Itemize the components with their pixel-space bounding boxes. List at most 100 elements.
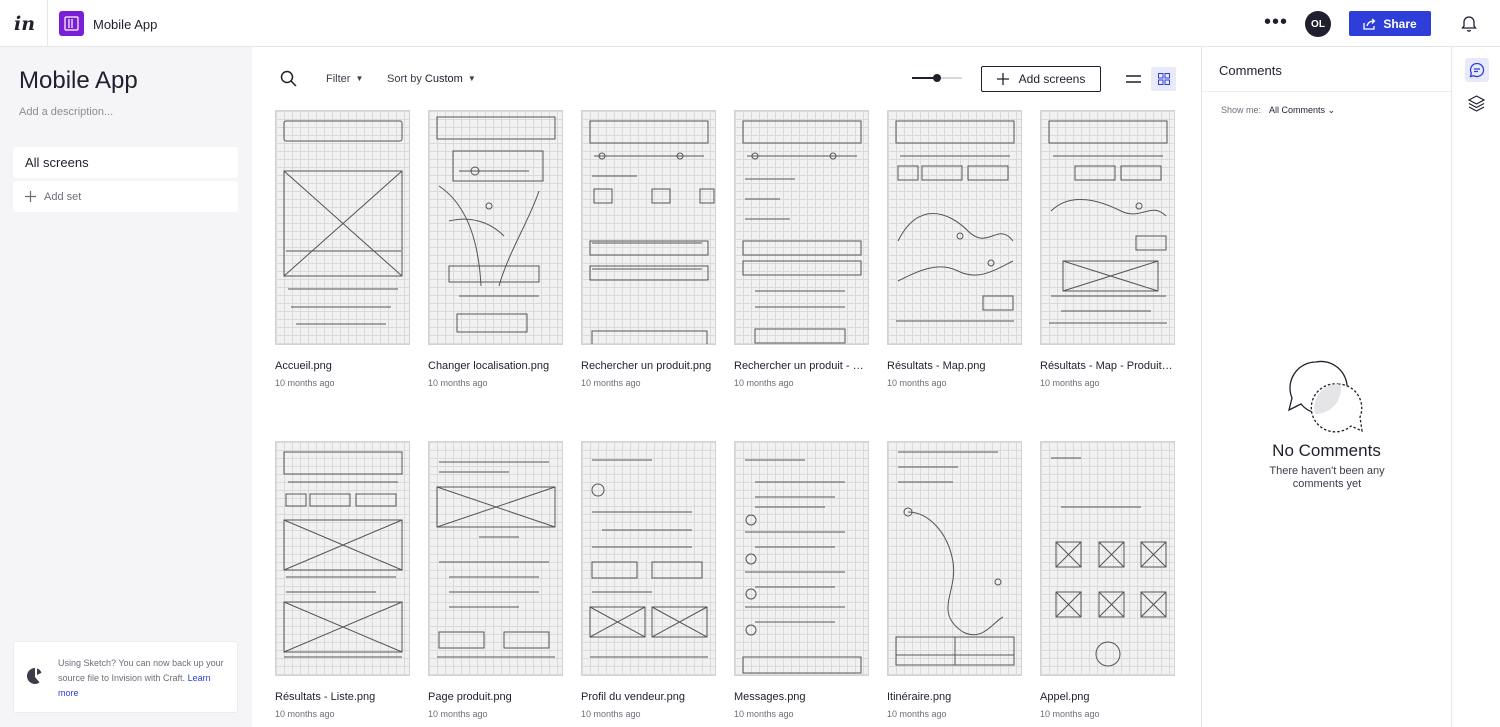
screen-thumbnail[interactable] (275, 110, 410, 345)
screen-timestamp: 10 months ago (1040, 709, 1100, 719)
screen-thumbnail[interactable] (428, 441, 563, 676)
share-button[interactable]: Share (1349, 11, 1431, 36)
screen-name[interactable]: Rechercher un produit - Courgette.png (734, 360, 869, 372)
show-me-label: Show me: (1221, 105, 1262, 115)
screen-thumbnail[interactable] (428, 110, 563, 345)
craft-notice: Using Sketch? You can now back up your s… (13, 641, 238, 713)
search-icon[interactable] (280, 70, 297, 87)
all-screens-item[interactable]: All screens (13, 147, 238, 178)
screen-thumbnail[interactable] (581, 441, 716, 676)
divider (1202, 91, 1451, 92)
screen-thumbnail[interactable] (1040, 441, 1175, 676)
chevron-down-icon: ⌄ (1327, 105, 1336, 115)
screen-timestamp: 10 months ago (428, 378, 488, 388)
sort-dropdown[interactable]: Sort by Custom ▼ (387, 73, 476, 85)
caret-down-icon: ▼ (467, 74, 476, 83)
screen-card[interactable]: Rechercher un produit - Courgette.png 10 … (734, 110, 869, 388)
comments-tab[interactable] (1465, 58, 1489, 82)
sketch-thumbnail (283, 451, 403, 658)
more-options-icon[interactable]: ••• (1264, 12, 1288, 32)
screen-name[interactable]: Profil du vendeur.png (581, 691, 716, 703)
sketch-thumbnail (436, 461, 556, 658)
add-screens-label: Add screens (1018, 72, 1086, 86)
screen-name[interactable]: Messages.png (734, 691, 869, 703)
comments-panel: Comments Show me: All Comments ⌄ No Comm… (1201, 47, 1451, 727)
grid-icon (1157, 73, 1170, 85)
divider (47, 0, 48, 47)
screen-card[interactable]: Résultats - Liste.png 10 months ago (275, 441, 410, 719)
caret-down-icon: ▼ (355, 74, 364, 83)
screen-card[interactable]: Messages.png 10 months ago (734, 441, 869, 719)
avatar[interactable]: OL (1305, 11, 1331, 37)
project-badge-icon[interactable] (59, 11, 84, 36)
screen-card[interactable]: Appel.png 10 months ago (1040, 441, 1175, 719)
add-screens-button[interactable]: Add screens (981, 66, 1101, 92)
screen-timestamp: 10 months ago (887, 378, 947, 388)
sketch-thumbnail (589, 120, 715, 344)
list-view-toggle[interactable] (1122, 67, 1144, 91)
filter-dropdown[interactable]: Filter ▼ (326, 73, 363, 85)
screen-thumbnail[interactable] (275, 441, 410, 676)
screen-thumbnail[interactable] (581, 110, 716, 345)
speech-bubbles-icon (1288, 360, 1363, 433)
screen-card[interactable]: Itinéraire.png 10 months ago (887, 441, 1022, 719)
sketch-thumbnail (895, 120, 1015, 322)
screen-card[interactable]: Résultats - Map - Produit.png 10 months a… (1040, 110, 1175, 388)
comments-title: Comments (1219, 63, 1282, 78)
right-rail (1451, 47, 1500, 727)
comments-filter-dropdown[interactable]: All Comments ⌄ (1269, 105, 1335, 116)
layers-icon[interactable] (1468, 95, 1485, 112)
screen-name[interactable]: Résultats - Map - Produit.png (1040, 360, 1175, 372)
screen-thumbnail[interactable] (734, 441, 869, 676)
screen-name[interactable]: Accueil.png (275, 360, 410, 372)
bell-icon[interactable] (1461, 14, 1477, 32)
share-icon (1363, 17, 1376, 30)
empty-state-subtitle: There haven't been any comments yet (1269, 465, 1385, 490)
add-set-button[interactable]: Add set (13, 181, 238, 212)
screen-name[interactable]: Résultats - Map.png (887, 360, 1022, 372)
sort-prefix: Sort by (387, 73, 422, 85)
screen-timestamp: 10 months ago (428, 709, 488, 719)
screen-card[interactable]: Rechercher un produit.png 10 months ago (581, 110, 716, 388)
sidebar: Mobile App Add a description... All scre… (0, 47, 252, 727)
sketch-thumbnail (589, 459, 708, 658)
all-screens-label: All screens (25, 155, 89, 170)
invision-logo[interactable]: in (14, 13, 35, 35)
screen-name[interactable]: Changer localisation.png (428, 360, 563, 372)
screen-name[interactable]: Page produit.png (428, 691, 563, 703)
screen-thumbnail[interactable] (1040, 110, 1175, 345)
screen-timestamp: 10 months ago (734, 378, 794, 388)
screen-card[interactable]: Page produit.png 10 months ago (428, 441, 563, 719)
screen-card[interactable]: Profil du vendeur.png 10 months ago (581, 441, 716, 719)
slider-knob[interactable] (933, 74, 941, 82)
screen-timestamp: 10 months ago (1040, 378, 1100, 388)
chat-icon (1469, 62, 1485, 78)
screen-name[interactable]: Résultats - Liste.png (275, 691, 410, 703)
description-field[interactable]: Add a description... (19, 106, 113, 118)
screen-card[interactable]: Résultats - Map.png 10 months ago (887, 110, 1022, 388)
plus-icon (996, 73, 1009, 85)
screen-thumbnail[interactable] (734, 110, 869, 345)
share-label: Share (1383, 16, 1417, 31)
screen-thumbnail[interactable] (887, 441, 1022, 676)
screen-name[interactable]: Itinéraire.png (887, 691, 1022, 703)
list-icon (1125, 75, 1141, 83)
screen-card[interactable]: Changer localisation.png 10 months ago (428, 110, 563, 388)
sort-value: Custom (424, 73, 463, 85)
sketch-thumbnail (283, 120, 403, 325)
add-set-label: Add set (44, 190, 82, 203)
project-title[interactable]: Mobile App (93, 17, 157, 32)
sketch-thumbnail (1048, 120, 1168, 324)
screen-name[interactable]: Rechercher un produit.png (581, 360, 716, 372)
screen-timestamp: 10 months ago (275, 378, 335, 388)
sketch-thumbnail (742, 120, 862, 344)
screen-card[interactable]: Accueil.png 10 months ago (275, 110, 410, 388)
screen-timestamp: 10 months ago (581, 378, 641, 388)
craft-notice-text: Using Sketch? You can now back up your s… (58, 658, 224, 698)
filter-label: Filter (326, 73, 351, 85)
grid-view-toggle[interactable] (1151, 67, 1176, 91)
page-title[interactable]: Mobile App (19, 67, 138, 95)
screen-thumbnail[interactable] (887, 110, 1022, 345)
thumbnail-size-slider[interactable] (912, 74, 962, 82)
screen-name[interactable]: Appel.png (1040, 691, 1175, 703)
